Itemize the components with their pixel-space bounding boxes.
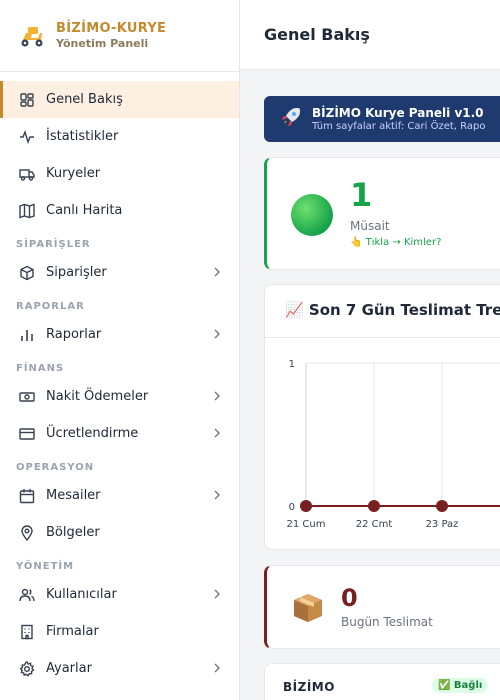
section-siparisler: SİPARİŞLER — [16, 239, 91, 250]
chevron-right-icon — [213, 390, 221, 405]
section-raporlar: RAPORLAR — [16, 301, 85, 312]
sidebar-nav: Genel Bakış İstatistikler Kuryeler Canlı… — [0, 72, 239, 687]
sidebar-item-label: Firmalar — [46, 624, 99, 639]
x-tick-label: 23 Paz — [426, 519, 459, 530]
chevron-right-icon — [213, 662, 221, 677]
company-card[interactable]: BİZİMO ✅ Bağlı — [264, 663, 500, 700]
sidebar-item-bolgeler[interactable]: Bölgeler — [0, 514, 239, 551]
status-badge: ✅ Bağlı — [432, 678, 489, 693]
banner-title: BİZİMO Kurye Paneli v1.0 — [312, 106, 484, 120]
y-tick-label: 0 — [289, 502, 295, 513]
data-point — [436, 500, 448, 512]
sidebar-item-kullanicilar[interactable]: Kullanıcılar — [0, 576, 239, 613]
chevron-right-icon — [213, 427, 221, 442]
today-deliveries-card: 0 Bugün Teslimat — [264, 565, 500, 649]
brand-name: BİZİMO-KURYE — [56, 21, 167, 36]
sidebar-item-label: Ayarlar — [46, 661, 92, 676]
calendar-icon — [18, 487, 36, 505]
package-box-icon — [291, 591, 325, 629]
map-pin-icon — [18, 524, 36, 542]
bar-chart-icon — [18, 326, 36, 344]
data-point — [368, 500, 380, 512]
sidebar-item-mesailer[interactable]: Mesailer — [0, 477, 239, 514]
section-finans: FİNANS — [16, 363, 65, 374]
sidebar-item-kuryeler[interactable]: Kuryeler — [0, 155, 239, 192]
credit-card-icon — [18, 425, 36, 443]
sidebar-item-nakit-odemeler[interactable]: Nakit Ödemeler — [0, 378, 239, 415]
sidebar-item-firmalar[interactable]: Firmalar — [0, 613, 239, 650]
sidebar-item-siparisler[interactable]: Siparişler — [0, 254, 239, 291]
chevron-right-icon — [213, 588, 221, 603]
sidebar-item-label: Nakit Ödemeler — [46, 389, 149, 404]
today-label: Bugün Teslimat — [341, 615, 433, 629]
chevron-right-icon — [213, 328, 221, 343]
chevron-right-icon — [213, 266, 221, 281]
activity-icon — [18, 128, 36, 146]
sidebar-item-label: Kuryeler — [46, 166, 101, 181]
sidebar-item-label: Raporlar — [46, 327, 102, 342]
sidebar-item-label: Canlı Harita — [46, 203, 123, 218]
sidebar-item-label: Siparişler — [46, 265, 107, 280]
section-yonetim: YÖNETİM — [16, 561, 75, 572]
sidebar-item-istatistikler[interactable]: İstatistikler — [0, 118, 239, 155]
map-icon — [18, 202, 36, 220]
available-couriers-card[interactable]: 1 Müsait 👆 Tıkla → Kimler? — [264, 157, 500, 270]
scooter-icon — [16, 20, 48, 52]
sidebar-item-label: Genel Bakış — [46, 92, 123, 107]
sidebar: BİZİMO-KURYE Yönetim Paneli Genel Bakış … — [0, 0, 240, 700]
dashboard-icon — [18, 91, 36, 109]
sidebar-item-label: Ücretlendirme — [46, 426, 139, 441]
sidebar-item-ayarlar[interactable]: Ayarlar — [0, 650, 239, 687]
green-circle-icon — [291, 194, 333, 236]
gear-icon — [18, 660, 36, 678]
brand[interactable]: BİZİMO-KURYE Yönetim Paneli — [0, 0, 239, 72]
today-count: 0 — [341, 584, 358, 612]
package-icon — [18, 264, 36, 282]
building-icon — [18, 623, 36, 641]
sidebar-item-canli-harita[interactable]: Canlı Harita — [0, 192, 239, 229]
top-bar: Genel Bakış — [240, 0, 500, 70]
available-count: 1 — [350, 176, 373, 214]
rocket-icon — [280, 106, 302, 132]
delivery-trend-card: 📈 Son 7 Gün Teslimat Tre 0 1 21 Cum 22 Cmt 2… — [264, 284, 500, 550]
sidebar-item-label: Kullanıcılar — [46, 587, 117, 602]
sidebar-item-genel-bakis[interactable]: Genel Bakış — [0, 81, 239, 118]
truck-icon — [18, 165, 36, 183]
x-tick-label: 21 Cum — [287, 519, 326, 530]
sidebar-item-ucretlendirme[interactable]: Ücretlendirme — [0, 415, 239, 452]
sidebar-item-label: Mesailer — [46, 488, 101, 503]
cash-icon — [18, 388, 36, 406]
info-banner: BİZİMO Kurye Paneli v1.0 Tüm sayfalar ak… — [264, 96, 500, 142]
sidebar-item-label: İstatistikler — [46, 129, 119, 144]
x-tick-label: 22 Cmt — [356, 519, 393, 530]
brand-subtitle: Yönetim Paneli — [56, 37, 149, 50]
page-title: Genel Bakış — [264, 25, 370, 44]
chevron-right-icon — [213, 489, 221, 504]
section-operasyon: OPERASYON — [16, 462, 95, 473]
users-icon — [18, 586, 36, 604]
available-label: Müsait — [350, 219, 390, 233]
available-who-link[interactable]: 👆 Tıkla → Kimler? — [350, 237, 441, 248]
sidebar-item-label: Bölgeler — [46, 525, 100, 540]
y-tick-label: 1 — [289, 359, 295, 370]
company-name: BİZİMO — [283, 680, 335, 694]
sidebar-item-raporlar[interactable]: Raporlar — [0, 316, 239, 353]
banner-subtitle: Tüm sayfalar aktif: Cari Özet, Rapo — [312, 121, 486, 132]
data-point — [300, 500, 312, 512]
delivery-trend-chart: 0 1 21 Cum 22 Cmt 23 Paz — [287, 359, 500, 530]
